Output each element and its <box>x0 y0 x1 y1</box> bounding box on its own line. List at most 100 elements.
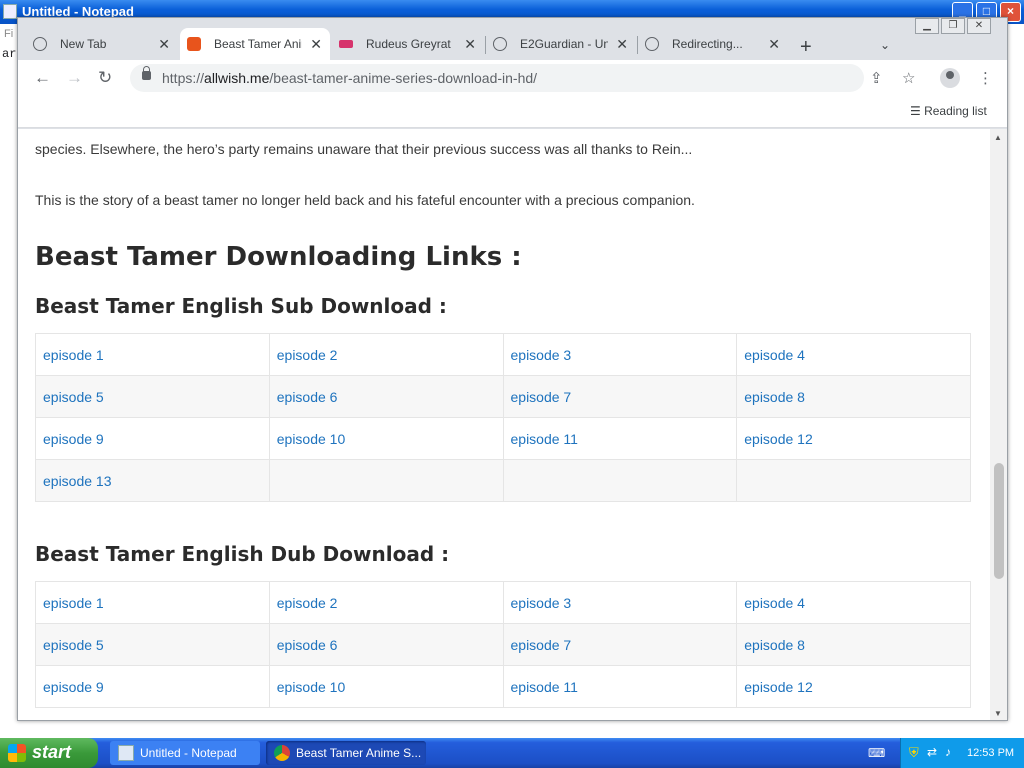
chrome-window: ▁ ❐ ✕ New Tab ✕ Beast Tamer Anim ✕ Rudeu… <box>17 17 1008 721</box>
table-row: episode 1 episode 2 episode 3 episode 4 <box>35 333 971 376</box>
tab-beast-tamer[interactable]: Beast Tamer Anim ✕ <box>180 28 330 60</box>
table-cell: episode 8 <box>736 623 971 666</box>
episode-link[interactable]: episode 3 <box>511 595 572 611</box>
episode-link[interactable]: episode 3 <box>511 347 572 363</box>
system-tray: ⛨ ⇄ ♪ 12:53 PM <box>900 738 1024 768</box>
bookmark-star-icon[interactable]: ☆ <box>902 69 915 87</box>
episode-link[interactable]: episode 4 <box>744 595 805 611</box>
table-cell <box>736 459 971 502</box>
table-cell: episode 12 <box>736 665 971 708</box>
table-row: episode 5 episode 6 episode 7 episode 8 <box>35 623 971 666</box>
tab-new-tab[interactable]: New Tab ✕ <box>26 28 178 60</box>
episode-link[interactable]: episode 9 <box>43 431 104 447</box>
reload-icon[interactable]: ↻ <box>98 68 112 88</box>
episode-link[interactable]: episode 1 <box>43 595 104 611</box>
security-shield-icon[interactable]: ⛨ <box>909 745 919 761</box>
table-cell: episode 2 <box>268 581 504 624</box>
episode-link[interactable]: episode 8 <box>744 389 805 405</box>
taskbar-item-notepad[interactable]: Untitled - Notepad <box>110 741 260 765</box>
dub-episodes-table: episode 1 episode 2 episode 3 episode 4 epis… <box>35 581 971 708</box>
close-tab-icon[interactable]: ✕ <box>158 36 170 53</box>
table-cell: episode 5 <box>35 623 270 666</box>
tab-search-chevron-icon[interactable]: ⌄ <box>880 38 890 52</box>
forward-arrow-icon[interactable]: → <box>66 68 83 88</box>
scroll-down-arrow-icon[interactable]: ▼ <box>994 709 1002 718</box>
table-cell: episode 3 <box>502 333 738 376</box>
tab-strip: New Tab ✕ Beast Tamer Anim ✕ Rudeus Grey… <box>18 26 1007 60</box>
taskbar-item-chrome[interactable]: Beast Tamer Anime S... <box>266 741 426 765</box>
episode-link[interactable]: episode 11 <box>511 431 578 447</box>
table-cell: episode 13 <box>35 459 270 502</box>
globe-icon <box>33 37 47 51</box>
close-tab-icon[interactable]: ✕ <box>464 36 476 53</box>
notepad-text[interactable]: ar <box>2 47 16 61</box>
heading-english-sub: Beast Tamer English Sub Download : <box>35 294 447 318</box>
volume-icon[interactable]: ♪ <box>945 745 951 759</box>
heading-english-dub: Beast Tamer English Dub Download : <box>35 542 450 566</box>
episode-link[interactable]: episode 6 <box>277 637 338 653</box>
table-cell: episode 11 <box>502 665 738 708</box>
table-cell: episode 5 <box>35 375 270 418</box>
table-cell <box>268 459 504 502</box>
episode-link[interactable]: episode 5 <box>43 389 104 405</box>
episode-link[interactable]: episode 6 <box>277 389 338 405</box>
episode-link[interactable]: episode 7 <box>511 637 572 653</box>
table-cell: episode 12 <box>736 417 971 460</box>
episode-link[interactable]: episode 4 <box>744 347 805 363</box>
table-cell: episode 9 <box>35 417 270 460</box>
vertical-scrollbar[interactable]: ▲ ▼ <box>990 129 1007 720</box>
table-cell: episode 11 <box>502 417 738 460</box>
close-tab-icon[interactable]: ✕ <box>768 36 780 53</box>
url-text[interactable]: https://allwish.me/beast-tamer-anime-ser… <box>162 70 537 86</box>
new-tab-plus-icon[interactable]: + <box>800 36 812 59</box>
table-cell: episode 9 <box>35 665 270 708</box>
episode-link[interactable]: episode 10 <box>277 431 346 447</box>
menu-kebab-icon[interactable]: ⋮ <box>978 69 993 87</box>
episode-link[interactable]: episode 11 <box>511 679 578 695</box>
episode-link[interactable]: episode 12 <box>744 431 813 447</box>
start-button[interactable]: start <box>0 738 98 768</box>
episode-link[interactable]: episode 13 <box>43 473 112 489</box>
reading-list-button[interactable]: ☰ Reading list <box>910 104 987 118</box>
episode-link[interactable]: episode 10 <box>277 679 346 695</box>
table-row: episode 9 episode 10 episode 11 episode 12 <box>35 665 971 708</box>
keyboard-icon[interactable]: ⌨ <box>868 746 885 760</box>
article-content: species. Elsewhere, the hero’s party rem… <box>35 129 975 708</box>
share-icon[interactable]: ⇪ <box>870 69 883 87</box>
scroll-up-arrow-icon[interactable]: ▲ <box>994 133 1002 142</box>
table-row: episode 9 episode 10 episode 11 episode 12 <box>35 417 971 460</box>
table-cell: episode 6 <box>268 623 504 666</box>
table-cell: episode 10 <box>268 665 504 708</box>
close-tab-icon[interactable]: ✕ <box>616 36 628 53</box>
clock: 12:53 PM <box>967 747 1015 759</box>
table-cell: episode 4 <box>736 333 971 376</box>
notepad-icon <box>118 745 134 761</box>
profile-avatar-icon[interactable] <box>940 68 960 88</box>
episode-link[interactable]: episode 2 <box>277 595 338 611</box>
episode-link[interactable]: episode 9 <box>43 679 104 695</box>
address-bar[interactable]: https://allwish.me/beast-tamer-anime-ser… <box>130 64 864 92</box>
notepad-icon <box>3 4 17 19</box>
network-icon[interactable]: ⇄ <box>927 745 937 759</box>
tab-redirecting[interactable]: Redirecting... ✕ <box>638 28 788 60</box>
episode-link[interactable]: episode 2 <box>277 347 338 363</box>
episode-link[interactable]: episode 7 <box>511 389 572 405</box>
table-cell <box>502 459 738 502</box>
lock-icon[interactable] <box>142 66 151 80</box>
web-page: species. Elsewhere, the hero’s party rem… <box>18 129 991 720</box>
episode-link[interactable]: episode 8 <box>744 637 805 653</box>
tab-rudeus[interactable]: Rudeus Greyrat Fa ✕ <box>332 28 484 60</box>
table-cell: episode 8 <box>736 375 971 418</box>
episode-link[interactable]: episode 5 <box>43 637 104 653</box>
table-cell: episode 7 <box>502 623 738 666</box>
back-arrow-icon[interactable]: ← <box>34 68 51 88</box>
episode-link[interactable]: episode 12 <box>744 679 813 695</box>
close-tab-icon[interactable]: ✕ <box>310 36 322 53</box>
tab-e2guardian[interactable]: E2Guardian - Una ✕ <box>486 28 636 60</box>
table-cell: episode 3 <box>502 581 738 624</box>
scrollbar-thumb[interactable] <box>994 463 1004 579</box>
windows-logo-icon <box>8 744 26 762</box>
table-row: episode 5 episode 6 episode 7 episode 8 <box>35 375 971 418</box>
episode-link[interactable]: episode 1 <box>43 347 104 363</box>
table-cell: episode 6 <box>268 375 504 418</box>
